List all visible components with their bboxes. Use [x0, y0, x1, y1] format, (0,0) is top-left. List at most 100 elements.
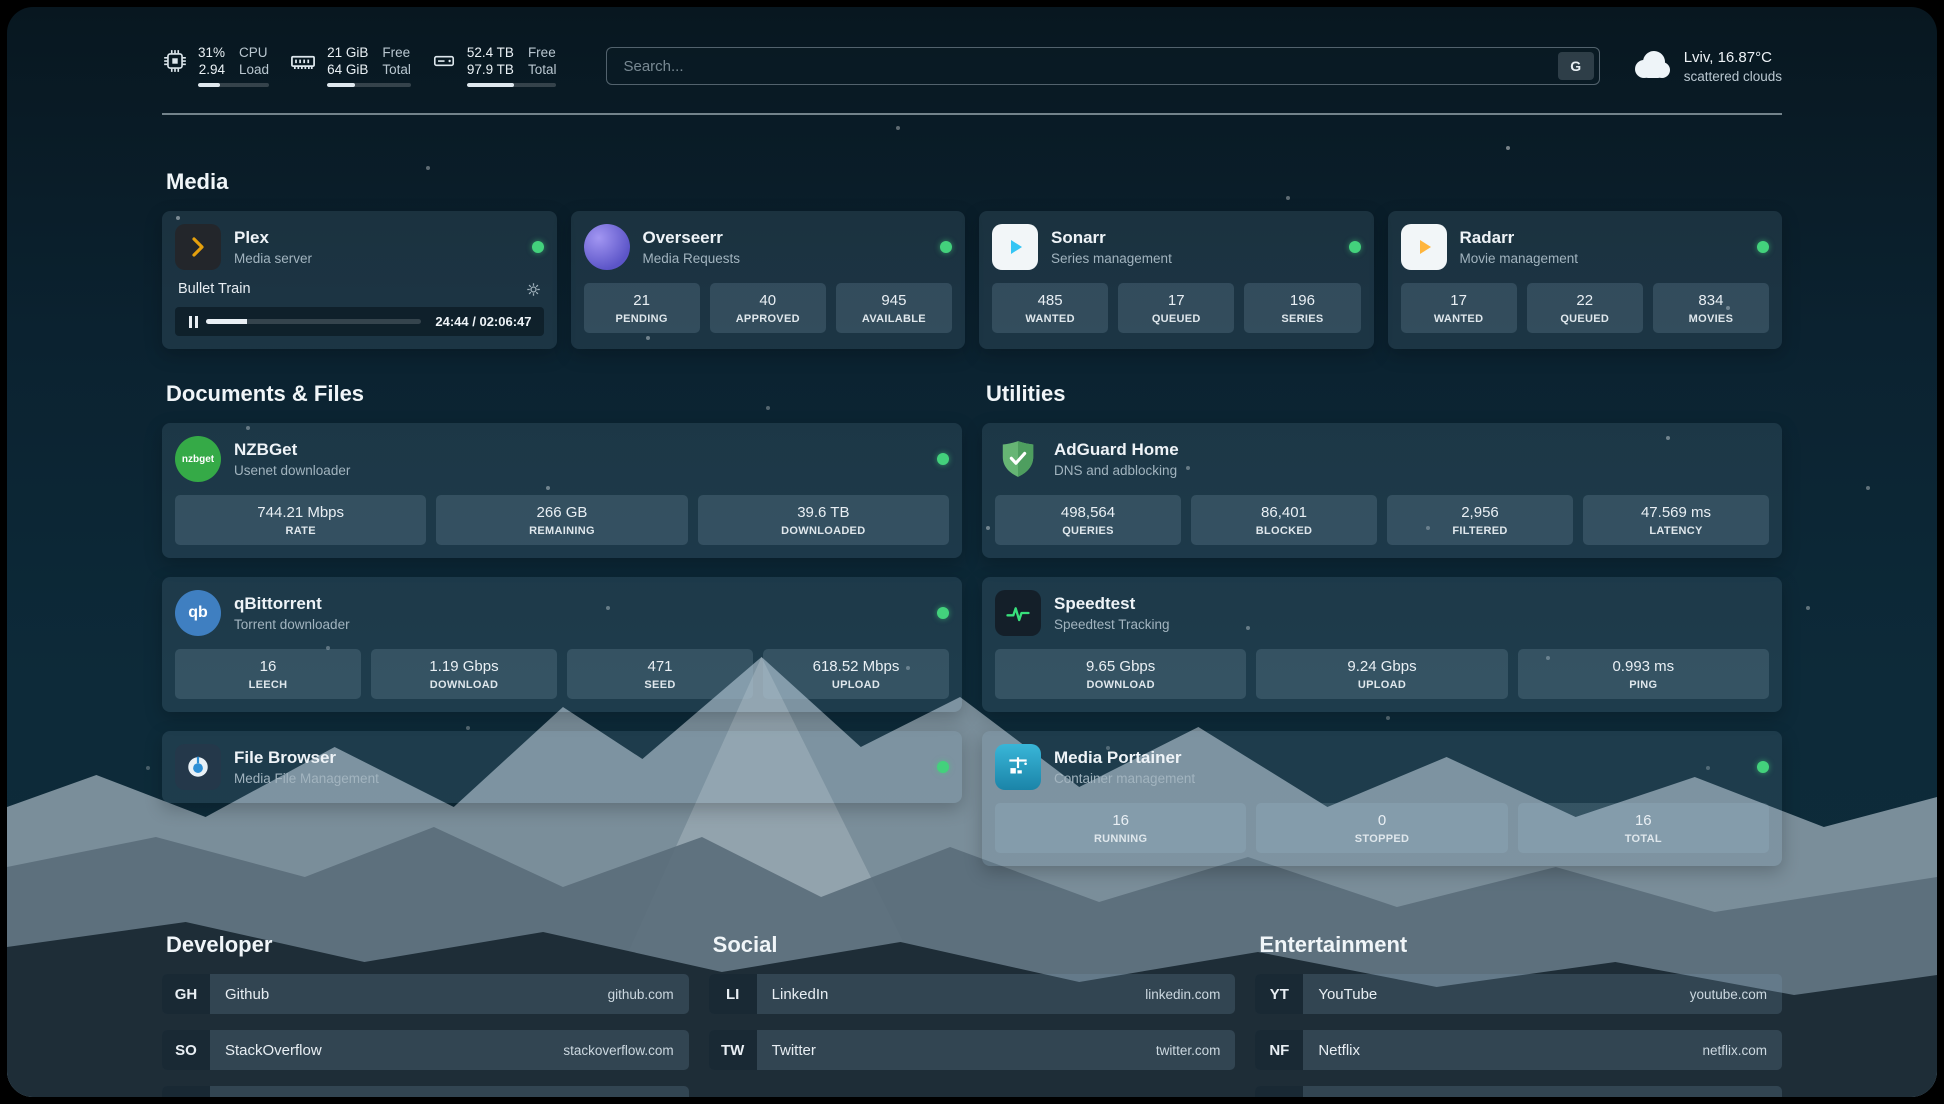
memory-free-value: 21 GiB [327, 45, 368, 60]
cpu-load-label: Load [239, 62, 269, 77]
bookmark-domain: netflix.com [1702, 1043, 1767, 1058]
cpu-load-value: 2.94 [199, 62, 225, 77]
stat-movies: 834 MOVIES [1653, 283, 1769, 333]
service-card-qbittorrent[interactable]: qb qBittorrent Torrent downloader 16 [162, 577, 962, 712]
bookmark-name: Twitter [772, 1042, 816, 1059]
bookmark-netflix[interactable]: NF Netflix netflix.com [1255, 1030, 1782, 1070]
service-card-radarr[interactable]: Radarr Movie management 17 WANTED 22 QUE… [1388, 211, 1783, 349]
dashboard-frame: 31% 2.94 CPU Load [7, 7, 1937, 1097]
bookmark-stackoverflow[interactable]: SO StackOverflow stackoverflow.com [162, 1030, 689, 1070]
filebrowser-icon [175, 744, 221, 790]
disk-free-label: Free [528, 45, 557, 60]
service-name: Plex [234, 228, 312, 248]
stat-remaining: 266 GB REMAINING [436, 495, 687, 545]
overseerr-icon [584, 224, 630, 270]
playback-time: 24:44 / 02:06:47 [435, 314, 531, 329]
section-documents: Documents & Files nzbget NZBGet Usenet d… [162, 381, 962, 866]
stat-latency: 47.569 ms LATENCY [1583, 495, 1769, 545]
stat-available: 945 AVAILABLE [836, 283, 952, 333]
cpu-label: CPU [239, 45, 269, 60]
stat-queries: 498,564 QUERIES [995, 495, 1181, 545]
search-provider-button[interactable]: G [1558, 52, 1594, 80]
stat-queued: 22 QUEUED [1527, 283, 1643, 333]
bookmark-abbr: GH [162, 974, 210, 1014]
service-card-speedtest[interactable]: Speedtest Speedtest Tracking 9.65 Gbps D… [982, 577, 1782, 712]
disk-free-value: 52.4 TB [467, 45, 514, 60]
memory-total-value: 64 GiB [327, 62, 368, 77]
bookmark-name: Netflix [1318, 1042, 1360, 1059]
bookmark-domain: linkedin.com [1145, 987, 1220, 1002]
bookmark-name: Github [225, 986, 269, 1003]
status-dot [937, 607, 949, 619]
search-input[interactable] [621, 57, 1557, 76]
service-card-adguard[interactable]: AdGuard Home DNS and adblocking 498,564 … [982, 423, 1782, 558]
bookmark-group-entertainment: Entertainment YT YouTube youtube.com NF … [1255, 932, 1782, 1097]
bookmark-abbr: SO [162, 1030, 210, 1070]
cpu-progress-bar [198, 83, 269, 87]
memory-free-label: Free [382, 45, 411, 60]
service-description: Torrent downloader [234, 617, 350, 632]
bookmark-group-social: Social LI LinkedIn linkedin.com TW Twitt… [709, 932, 1236, 1097]
service-name: qBittorrent [234, 594, 350, 614]
bookmark-domain: twitter.com [1156, 1043, 1221, 1058]
stat-filtered: 2,956 FILTERED [1387, 495, 1573, 545]
media-section-title: Media [166, 169, 1782, 195]
bookmark-reddit[interactable]: RE Reddit reddit.com [1255, 1086, 1782, 1097]
service-name: AdGuard Home [1054, 440, 1179, 460]
status-dot [1757, 241, 1769, 253]
bookmark-name: LinkedIn [772, 986, 829, 1003]
service-name: Radarr [1460, 228, 1579, 248]
entertainment-group-title: Entertainment [1259, 932, 1782, 958]
stat-running: 16 RUNNING [995, 803, 1246, 853]
status-dot [1757, 761, 1769, 773]
service-description: Media server [234, 251, 312, 266]
service-description: DNS and adblocking [1054, 463, 1179, 478]
service-card-sonarr[interactable]: Sonarr Series management 485 WANTED 17 Q… [979, 211, 1374, 349]
service-description: Container management [1054, 771, 1195, 786]
stat-rate: 744.21 Mbps RATE [175, 495, 426, 545]
status-dot [532, 241, 544, 253]
stat-total: 16 TOTAL [1518, 803, 1769, 853]
gear-icon[interactable] [526, 282, 541, 297]
stat-series: 196 SERIES [1244, 283, 1360, 333]
search-bar[interactable]: G [606, 47, 1599, 85]
bookmark-group-developer: Developer GH Github github.com SO StackO… [162, 932, 689, 1097]
disk-total-value: 97.9 TB [467, 62, 514, 77]
bookmark-github[interactable]: GH Github github.com [162, 974, 689, 1014]
bookmark-domain: youtube.com [1690, 987, 1767, 1002]
nzbget-icon: nzbget [175, 436, 221, 482]
bookmark-name: StackOverflow [225, 1042, 322, 1059]
service-name: File Browser [234, 748, 379, 768]
utilities-section-title: Utilities [986, 381, 1782, 407]
topbar-divider [162, 113, 1782, 115]
cpu-widget: 31% 2.94 CPU Load [162, 45, 269, 87]
service-description: Media File Management [234, 771, 379, 786]
pause-icon[interactable] [189, 316, 192, 328]
documents-section-title: Documents & Files [166, 381, 962, 407]
memory-icon [289, 45, 317, 87]
service-description: Media Requests [643, 251, 741, 266]
stat-approved: 40 APPROVED [710, 283, 826, 333]
bookmark-linkedin[interactable]: LI LinkedIn linkedin.com [709, 974, 1236, 1014]
cpu-icon [162, 45, 188, 87]
cloud-icon [1630, 49, 1672, 84]
service-card-nzbget[interactable]: nzbget NZBGet Usenet downloader 744.21 M… [162, 423, 962, 558]
playback-progress[interactable] [206, 319, 421, 324]
bookmark-abbr: RE [1255, 1086, 1303, 1097]
bookmark-twitter[interactable]: TW Twitter twitter.com [709, 1030, 1236, 1070]
top-bar: 31% 2.94 CPU Load [162, 45, 1782, 87]
weather-location: Lviv, 16.87°C [1684, 49, 1782, 66]
service-name: NZBGet [234, 440, 350, 460]
service-card-filebrowser[interactable]: File Browser Media File Management [162, 731, 962, 803]
sonarr-icon [992, 224, 1038, 270]
bookmark-dev[interactable]: DT DEV dev.to [162, 1086, 689, 1097]
service-card-plex[interactable]: Plex Media server Bullet Train [162, 211, 557, 349]
portainer-icon [995, 744, 1041, 790]
service-card-portainer[interactable]: Media Portainer Container management 16 … [982, 731, 1782, 866]
bookmark-abbr: YT [1255, 974, 1303, 1014]
service-card-overseerr[interactable]: Overseerr Media Requests 21 PENDING 40 A… [571, 211, 966, 349]
bookmark-youtube[interactable]: YT YouTube youtube.com [1255, 974, 1782, 1014]
weather-condition: scattered clouds [1684, 69, 1782, 84]
speedtest-icon [995, 590, 1041, 636]
disk-progress-bar [467, 83, 557, 87]
